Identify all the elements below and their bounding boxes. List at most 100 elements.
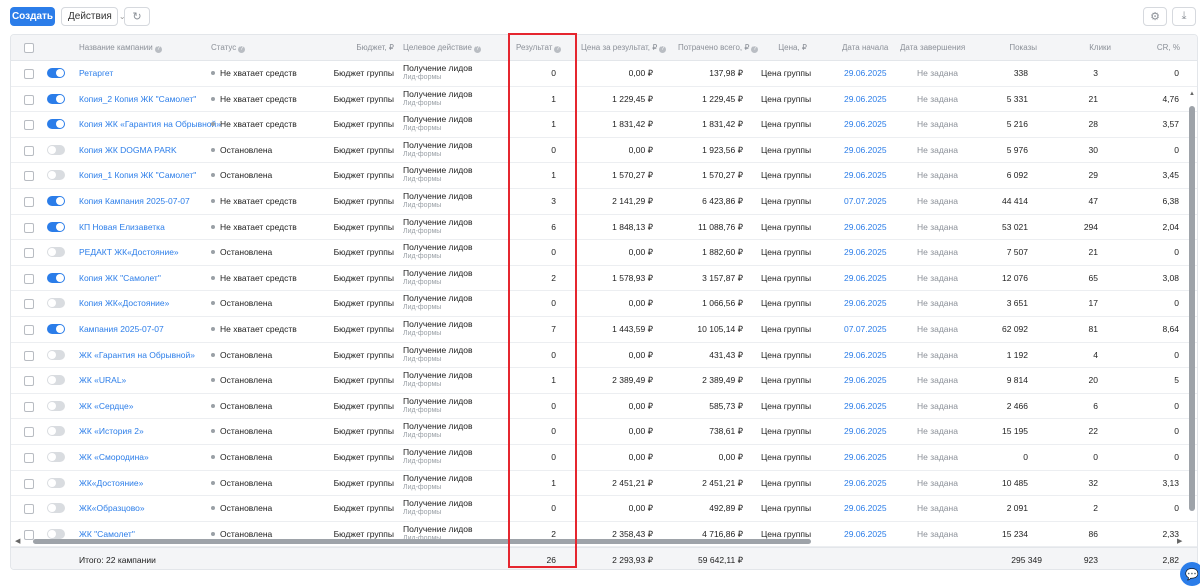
- campaign-name-link[interactable]: Ретаргет: [79, 68, 113, 78]
- campaign-name-link[interactable]: Кампания 2025-07-07: [79, 324, 164, 334]
- start-date-cell[interactable]: 29.06.2025: [844, 68, 887, 78]
- start-date-cell[interactable]: 29.06.2025: [844, 503, 887, 513]
- table-row[interactable]: Копия ЖК«Достояние» Остановлена Бюджет гру…: [11, 291, 1197, 317]
- start-date-cell[interactable]: 07.07.2025: [844, 196, 887, 206]
- start-date-cell[interactable]: 07.07.2025: [844, 324, 887, 334]
- horizontal-scrollbar[interactable]: ◀ ▶: [11, 537, 1187, 545]
- campaign-name-link[interactable]: ЖК «URAL»: [79, 375, 126, 385]
- campaign-toggle[interactable]: [47, 119, 65, 130]
- campaign-name-link[interactable]: Копия Кампания 2025-07-07: [79, 196, 190, 206]
- vertical-scroll-thumb[interactable]: [1189, 106, 1195, 511]
- campaign-toggle[interactable]: [47, 272, 65, 283]
- campaign-name-link[interactable]: ЖК «История 2»: [79, 426, 144, 436]
- horizontal-scroll-thumb[interactable]: [33, 539, 811, 544]
- header-price-per-result[interactable]: Цена за результат, ₽?: [581, 43, 667, 53]
- settings-button[interactable]: ⚙: [1143, 7, 1167, 26]
- campaign-toggle[interactable]: [47, 426, 65, 437]
- campaign-name-link[interactable]: Копия ЖК "Самолет": [79, 273, 161, 283]
- row-checkbox[interactable]: [24, 478, 34, 489]
- scroll-left-icon[interactable]: ◀: [15, 537, 20, 545]
- header-spent[interactable]: Потрачено всего, ₽?: [678, 43, 759, 53]
- campaign-toggle[interactable]: [47, 349, 65, 360]
- campaign-name-link[interactable]: Копия ЖК «Гарантия на Обрывной»: [79, 119, 221, 129]
- campaign-toggle[interactable]: [47, 170, 65, 181]
- chat-button[interactable]: 💬: [1180, 562, 1200, 586]
- table-row[interactable]: Копия ЖК "Самолет" Не хватает средств Бюдж…: [11, 266, 1197, 292]
- campaign-toggle[interactable]: [47, 298, 65, 309]
- row-checkbox[interactable]: [24, 248, 34, 259]
- campaign-toggle[interactable]: [47, 247, 65, 258]
- header-budget[interactable]: Бюджет, ₽: [331, 43, 394, 52]
- row-checkbox[interactable]: [24, 504, 34, 515]
- campaign-toggle[interactable]: [47, 144, 65, 155]
- table-row[interactable]: Копия_2 Копия ЖК "Самолет" Не хватает сре…: [11, 87, 1197, 113]
- row-checkbox[interactable]: [24, 94, 34, 105]
- table-row[interactable]: ЖК «URAL» Остановлена Бюджет группы Получен…: [11, 368, 1197, 394]
- row-checkbox[interactable]: [24, 427, 34, 438]
- campaign-name-link[interactable]: РЕДАКТ ЖК«Достояние»: [79, 247, 179, 257]
- table-row[interactable]: Копия ЖК «Гарантия на Обрывной» Не хватае…: [11, 112, 1197, 138]
- row-checkbox[interactable]: [24, 145, 34, 156]
- table-row[interactable]: Ретаргет Не хватает средств Бюджет группы П…: [11, 61, 1197, 87]
- campaign-name-link[interactable]: Копия ЖК DOGMA PARK: [79, 145, 177, 155]
- refresh-button[interactable]: ↻: [124, 7, 150, 26]
- table-row[interactable]: ЖК«Достояние» Остановлена Бюджет группы Пол…: [11, 471, 1197, 497]
- campaign-name-link[interactable]: КП Новая Елизаветка: [79, 222, 165, 232]
- actions-dropdown[interactable]: Действия ⌄: [61, 7, 126, 26]
- row-checkbox[interactable]: [24, 453, 34, 463]
- start-date-cell[interactable]: 29.06.2025: [844, 375, 887, 385]
- table-row[interactable]: ЖК «Сердце» Остановлена Бюджет группы Получ…: [11, 394, 1197, 420]
- select-all-checkbox[interactable]: [24, 43, 34, 53]
- start-date-cell[interactable]: 29.06.2025: [844, 350, 887, 360]
- campaign-toggle[interactable]: [47, 68, 65, 78]
- campaign-toggle[interactable]: [47, 400, 65, 411]
- row-checkbox[interactable]: [24, 197, 34, 207]
- row-checkbox[interactable]: [24, 120, 34, 131]
- row-checkbox[interactable]: [24, 171, 34, 182]
- campaign-toggle[interactable]: [47, 375, 65, 386]
- campaign-name-link[interactable]: ЖК«Образцово»: [79, 503, 145, 513]
- create-button[interactable]: Создать: [10, 7, 55, 26]
- campaign-name-link[interactable]: ЖК«Достояние»: [79, 478, 143, 488]
- table-row[interactable]: Копия ЖК DOGMA PARK Остановлена Бюджет гру…: [11, 138, 1197, 164]
- table-row[interactable]: ЖК«Образцово» Остановлена Бюджет группы Пол…: [11, 496, 1197, 522]
- row-checkbox[interactable]: [24, 222, 34, 233]
- campaign-toggle[interactable]: [47, 196, 65, 206]
- start-date-cell[interactable]: 29.06.2025: [844, 170, 887, 180]
- header-cr[interactable]: CR, %: [1131, 43, 1180, 52]
- campaign-toggle[interactable]: [47, 477, 65, 488]
- campaign-name-link[interactable]: Копия ЖК«Достояние»: [79, 298, 169, 308]
- start-date-cell[interactable]: 29.06.2025: [844, 401, 887, 411]
- start-date-cell[interactable]: 29.06.2025: [844, 273, 887, 283]
- start-date-cell[interactable]: 29.06.2025: [844, 298, 887, 308]
- table-row[interactable]: ЖК «История 2» Остановлена Бюджет группы По…: [11, 419, 1197, 445]
- start-date-cell[interactable]: 29.06.2025: [844, 145, 887, 155]
- campaign-toggle[interactable]: [47, 452, 65, 462]
- campaign-name-link[interactable]: ЖК «Гарантия на Обрывной»: [79, 350, 195, 360]
- header-clicks[interactable]: Клики: [1051, 43, 1111, 52]
- row-checkbox[interactable]: [24, 273, 34, 284]
- header-status[interactable]: Статус?: [211, 43, 246, 53]
- table-row[interactable]: ЖК «Гарантия на Обрывной» Остановлена Бюдж…: [11, 343, 1197, 369]
- campaign-toggle[interactable]: [47, 324, 65, 334]
- header-name[interactable]: Название кампании?: [79, 43, 162, 53]
- campaign-toggle[interactable]: [47, 221, 65, 232]
- table-row[interactable]: Копия Кампания 2025-07-07 Не хватает сред…: [11, 189, 1197, 215]
- row-checkbox[interactable]: [24, 350, 34, 361]
- header-start-date[interactable]: Дата начала: [842, 43, 888, 52]
- table-row[interactable]: ЖК «Смородина» Остановлена Бюджет группы По…: [11, 445, 1197, 471]
- campaign-toggle[interactable]: [47, 93, 65, 104]
- header-goal[interactable]: Целевое действие?: [403, 43, 481, 53]
- vertical-scrollbar[interactable]: ▲: [1187, 61, 1197, 539]
- row-checkbox[interactable]: [24, 401, 34, 412]
- campaign-name-link[interactable]: Копия_2 Копия ЖК "Самолет": [79, 94, 196, 104]
- row-checkbox[interactable]: [24, 299, 34, 310]
- start-date-cell[interactable]: 29.06.2025: [844, 119, 887, 129]
- campaign-name-link[interactable]: ЖК «Сердце»: [79, 401, 133, 411]
- header-impressions[interactable]: Показы: [971, 43, 1037, 52]
- scroll-right-icon[interactable]: ▶: [1177, 537, 1182, 545]
- start-date-cell[interactable]: 29.06.2025: [844, 426, 887, 436]
- header-end-date[interactable]: Дата завершения: [900, 43, 965, 52]
- row-checkbox[interactable]: [24, 325, 34, 335]
- start-date-cell[interactable]: 29.06.2025: [844, 94, 887, 104]
